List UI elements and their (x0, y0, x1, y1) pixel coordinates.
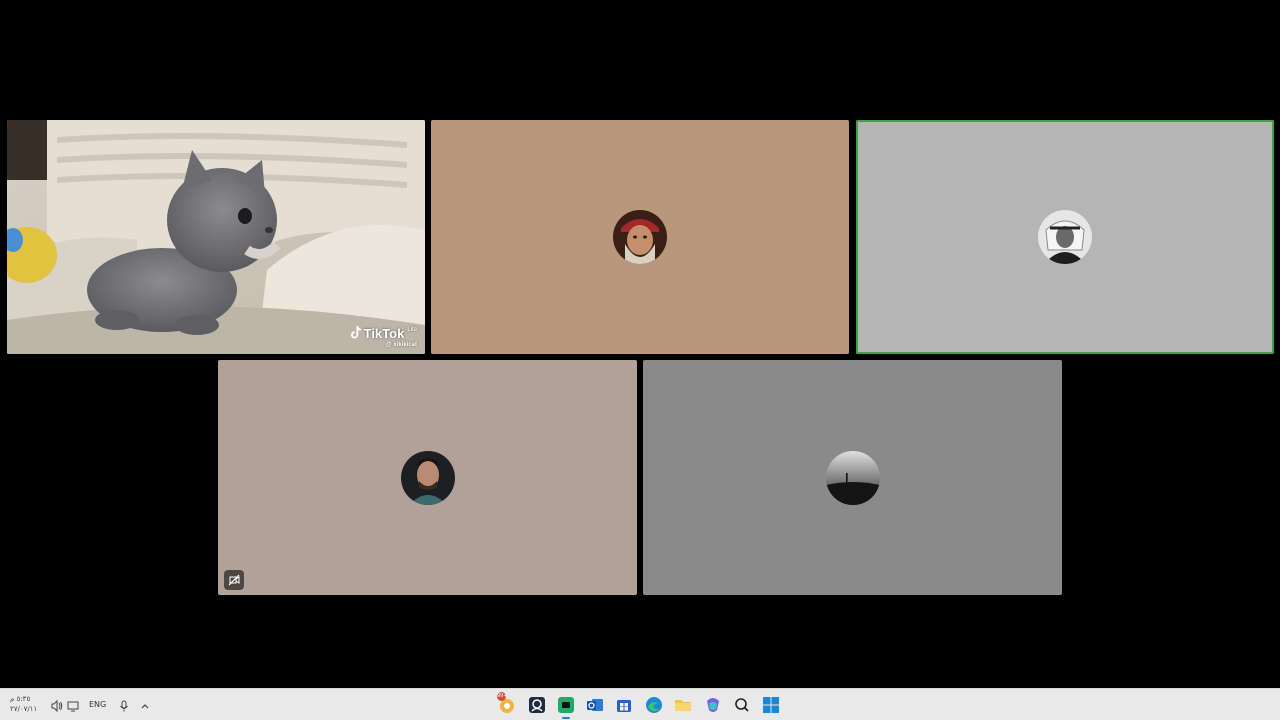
participant-tile[interactable] (643, 360, 1062, 595)
participant-tile[interactable] (218, 360, 637, 595)
file-explorer-app-icon[interactable] (673, 695, 693, 715)
system-clock[interactable]: ٥:٣٥ م ٢٧/٠٧/١١ (10, 694, 46, 714)
watermark-brand: TikTok (363, 326, 405, 341)
contacts-app-icon[interactable] (527, 695, 547, 715)
copilot-app-icon[interactable] (703, 695, 723, 715)
tiktok-icon (350, 326, 361, 339)
store-app-icon[interactable] (614, 695, 634, 715)
search-icon[interactable] (732, 695, 752, 715)
participant-tile-video[interactable]: TikTok Lite @ xikikicat (7, 120, 425, 354)
microphone-icon[interactable] (117, 698, 131, 712)
taskbar: ٥:٣٥ م ٢٧/٠٧/١١ ENG (0, 688, 1280, 720)
notification-badge: 99+ (497, 692, 508, 701)
teams-app-icon[interactable] (556, 695, 576, 715)
language-indicator[interactable]: ENG (89, 700, 106, 709)
camera-off-icon (224, 570, 244, 590)
participant-avatar (400, 450, 455, 505)
meeting-stage: TikTok Lite @ xikikicat (0, 0, 1280, 688)
clock-time: ٥:٣٥ م (10, 695, 31, 703)
outlook-app-icon[interactable] (585, 695, 605, 715)
volume-icon[interactable] (50, 698, 64, 713)
edge-app-icon[interactable] (644, 695, 664, 715)
network-icon[interactable] (66, 698, 80, 712)
participant-tile[interactable] (856, 120, 1274, 354)
tiktok-watermark: TikTok Lite @ xikikicat (350, 326, 417, 348)
video-feed (7, 120, 425, 354)
participant-avatar (1038, 210, 1092, 264)
watermark-user: @ xikikicat (385, 342, 417, 348)
participant-tile[interactable] (431, 120, 849, 354)
active-app-indicator (562, 717, 570, 719)
start-icon[interactable] (761, 695, 781, 715)
participant-avatar (825, 450, 880, 505)
watermark-sup: Lite (407, 327, 417, 333)
chevron-up-icon[interactable] (138, 698, 152, 712)
participant-avatar (613, 210, 667, 264)
clock-date: ٢٧/٠٧/١١ (10, 705, 38, 713)
